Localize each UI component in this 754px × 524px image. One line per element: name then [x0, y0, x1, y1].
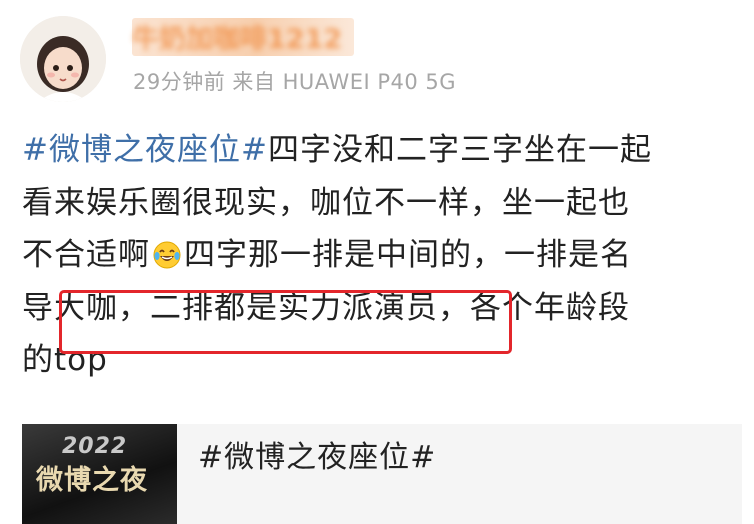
- topic-link[interactable]: #微博之夜座位#: [22, 132, 268, 168]
- thumbnail-logo-text: 微博之夜: [36, 465, 148, 496]
- post-text: 四字那一排是中间的，一排是名: [184, 237, 632, 274]
- topic-card-thumbnail: 2022 微博之夜: [22, 424, 177, 524]
- post-text: 看来娱乐圈很现实，咖位不一样，坐一起也: [22, 184, 630, 221]
- post-line-1: #微博之夜座位#四字没和二字三字坐在一起: [22, 124, 734, 177]
- laughing-tears-emoji: [153, 233, 181, 269]
- post-text: 不合适啊: [22, 237, 150, 274]
- red-highlight-box: [59, 290, 512, 354]
- post-line-2: 看来娱乐圈很现实，咖位不一样，坐一起也: [22, 177, 734, 230]
- post-meta: 29分钟前 来自 HUAWEI P40 5G: [133, 70, 457, 94]
- avatar-illustration: [20, 16, 106, 102]
- user-avatar[interactable]: [20, 16, 106, 102]
- post-line-3: 不合适啊 四字那一排是中间的，一排是名: [22, 229, 734, 282]
- topic-card[interactable]: 2022 微博之夜 #微博之夜座位#: [22, 424, 742, 524]
- username[interactable]: 牛奶加咖啡1212: [132, 22, 342, 58]
- thumbnail-year: 2022: [62, 434, 128, 459]
- post-text: 四字没和二字三字坐在一起: [267, 132, 652, 168]
- topic-card-title[interactable]: #微博之夜座位#: [198, 432, 436, 476]
